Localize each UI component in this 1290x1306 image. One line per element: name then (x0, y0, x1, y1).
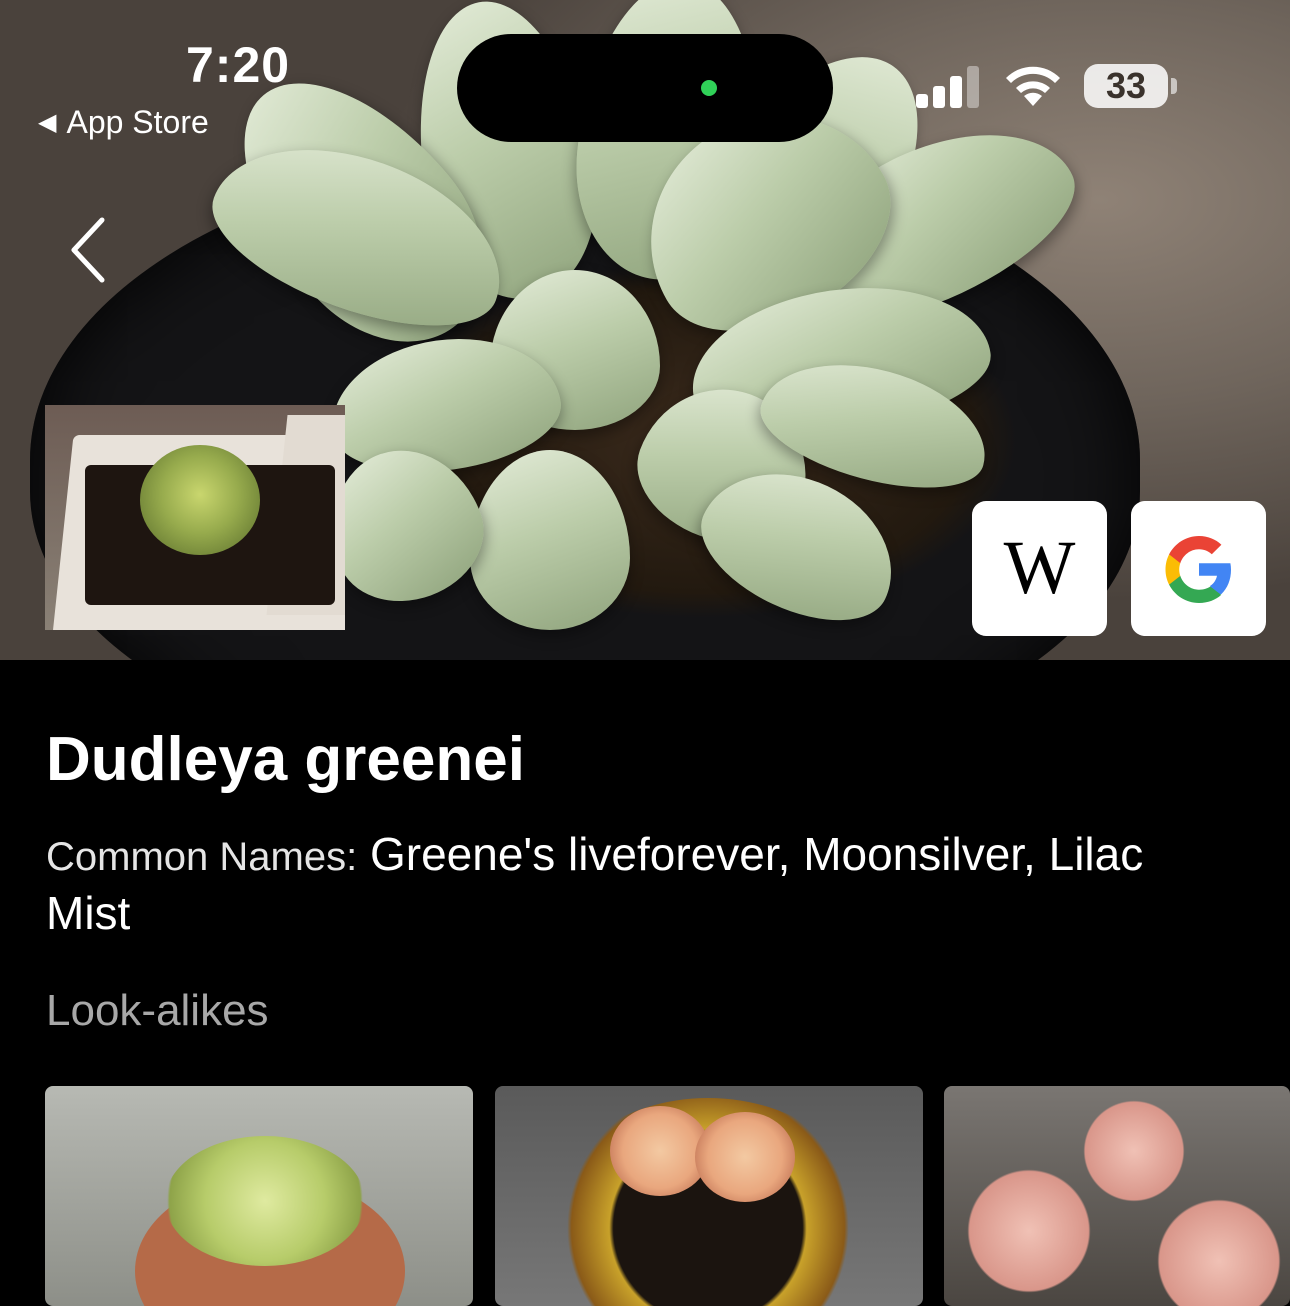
status-time: 7:20 (186, 37, 291, 93)
chevron-left-icon[interactable] (66, 214, 114, 286)
camera-in-use-indicator-icon (701, 80, 717, 96)
plant-scientific-name: Dudleya greenei (46, 725, 525, 794)
common-names: Common Names: Greene's liveforever, Moon… (46, 826, 1196, 941)
lookalike-photo-rosette (695, 1112, 795, 1202)
back-to-app-store-link[interactable]: ◀ App Store (38, 104, 209, 141)
lookalike-photo-leaf (1074, 1096, 1194, 1206)
battery-indicator: 33 (1084, 64, 1168, 108)
wikipedia-button[interactable]: W (972, 501, 1107, 636)
google-g-icon (1165, 535, 1231, 603)
lookalike-photo-leaf (964, 1156, 1094, 1306)
plant-hero-image: 7:20 ◀ App Store 33 W (0, 0, 1290, 660)
google-search-button[interactable] (1131, 501, 1266, 636)
user-photo-thumbnail[interactable] (45, 405, 345, 630)
battery-tip (1171, 78, 1177, 94)
thumbnail-rosette (140, 445, 260, 555)
back-triangle-icon: ◀ (38, 109, 57, 136)
lookalike-card[interactable] (495, 1086, 923, 1306)
cellular-signal-icon (916, 66, 979, 108)
battery-level: 33 (1105, 65, 1147, 106)
lookalike-photo-plant (165, 1136, 365, 1266)
wikipedia-icon: W (1003, 526, 1076, 610)
back-app-label: App Store (66, 104, 209, 140)
dynamic-island (457, 34, 833, 142)
common-names-label: Common Names: (46, 835, 358, 879)
lookalikes-heading: Look-alikes (46, 986, 269, 1035)
lookalike-card[interactable] (45, 1086, 473, 1306)
wifi-icon (1006, 66, 1060, 106)
lookalike-card[interactable] (944, 1086, 1290, 1306)
